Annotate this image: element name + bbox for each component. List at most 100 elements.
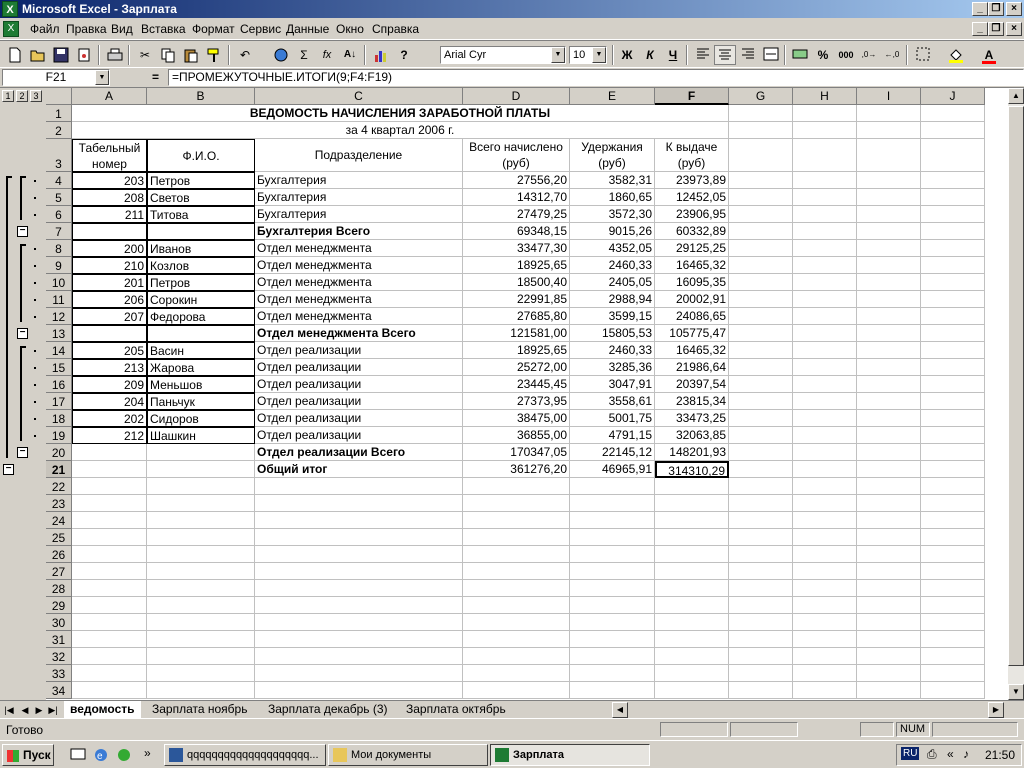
- currency-icon[interactable]: [789, 45, 811, 65]
- grid-cell[interactable]: [570, 665, 655, 682]
- close-button[interactable]: ×: [1006, 2, 1022, 16]
- grid-cell[interactable]: [857, 563, 921, 580]
- grid-cell[interactable]: [72, 512, 147, 529]
- grid-cell[interactable]: [921, 342, 985, 359]
- grid-cell[interactable]: [793, 359, 857, 376]
- grid-cell[interactable]: [255, 512, 463, 529]
- cell-deductions[interactable]: 3582,31: [570, 172, 655, 189]
- collapse-minus-icon[interactable]: −: [17, 328, 28, 339]
- column-header-c[interactable]: C: [255, 88, 463, 105]
- merge-center-icon[interactable]: [760, 45, 782, 65]
- column-header-i[interactable]: I: [857, 88, 921, 105]
- cell-tabnum[interactable]: 212: [72, 427, 147, 444]
- row-header-15[interactable]: 15: [46, 359, 72, 376]
- select-all-corner[interactable]: [46, 88, 72, 105]
- grid-cell[interactable]: [857, 529, 921, 546]
- underline-button[interactable]: Ч: [662, 45, 684, 65]
- collapse-minus-icon[interactable]: −: [3, 464, 14, 475]
- grid-cell[interactable]: [857, 393, 921, 410]
- grid-cell[interactable]: [857, 580, 921, 597]
- cell-name[interactable]: Иванов: [147, 240, 255, 257]
- cell-name[interactable]: Жарова: [147, 359, 255, 376]
- cell-name[interactable]: Шашкин: [147, 427, 255, 444]
- doc-close-button[interactable]: ×: [1006, 22, 1022, 36]
- grid-cell[interactable]: [857, 444, 921, 461]
- grid-cell[interactable]: [921, 614, 985, 631]
- row-header-34[interactable]: 34: [46, 682, 72, 699]
- grid-cell[interactable]: [857, 631, 921, 648]
- cell-total[interactable]: 170347,05: [463, 444, 570, 461]
- cell-tabnum[interactable]: 210: [72, 257, 147, 274]
- cell-tabnum[interactable]: 201: [72, 274, 147, 291]
- cell-total[interactable]: 18500,40: [463, 274, 570, 291]
- grid-cell[interactable]: [72, 546, 147, 563]
- grid-cell[interactable]: [729, 546, 793, 563]
- grid-cell[interactable]: [655, 682, 729, 699]
- cell-name[interactable]: Петров: [147, 274, 255, 291]
- grid-cell[interactable]: [729, 427, 793, 444]
- cell-dept[interactable]: Отдел менеджмента Всего: [255, 325, 463, 342]
- grid-cell[interactable]: [570, 631, 655, 648]
- column-header-d[interactable]: D: [463, 88, 570, 105]
- cell-total[interactable]: 14312,70: [463, 189, 570, 206]
- cell-payout[interactable]: 32063,85: [655, 427, 729, 444]
- grid-cell[interactable]: [857, 105, 921, 122]
- grid-cell[interactable]: [857, 240, 921, 257]
- grid-cell[interactable]: [255, 682, 463, 699]
- cell-deductions[interactable]: 3285,36: [570, 359, 655, 376]
- grid-cell[interactable]: [147, 597, 255, 614]
- grid-cell[interactable]: [729, 122, 793, 139]
- grid-cell[interactable]: [857, 359, 921, 376]
- task-excel[interactable]: Зарплата: [490, 744, 650, 766]
- cell-tabnum[interactable]: 211: [72, 206, 147, 223]
- grid-cell[interactable]: [921, 682, 985, 699]
- grid-cell[interactable]: [729, 223, 793, 240]
- row-header-12[interactable]: 12: [46, 308, 72, 325]
- grid-cell[interactable]: [72, 478, 147, 495]
- grid-cell[interactable]: [147, 546, 255, 563]
- cell-payout[interactable]: 33473,25: [655, 410, 729, 427]
- scroll-thumb[interactable]: [1008, 106, 1024, 666]
- cell-deductions[interactable]: 3558,61: [570, 393, 655, 410]
- cell-tabnum[interactable]: 205: [72, 342, 147, 359]
- cell-dept[interactable]: Отдел реализации Всего: [255, 444, 463, 461]
- grid-cell[interactable]: [72, 631, 147, 648]
- cell-tabnum[interactable]: 208: [72, 189, 147, 206]
- cell-dept[interactable]: Бухгалтерия: [255, 189, 463, 206]
- grid-cell[interactable]: [921, 478, 985, 495]
- row-header-1[interactable]: 1: [46, 105, 72, 122]
- cell-payout[interactable]: 16095,35: [655, 274, 729, 291]
- grid-cell[interactable]: [857, 512, 921, 529]
- header-tabnum[interactable]: Табельный номер: [72, 139, 147, 172]
- grid-cell[interactable]: [655, 597, 729, 614]
- tab-vedomost[interactable]: ведомость: [64, 701, 141, 718]
- cell-dept[interactable]: Отдел реализации: [255, 376, 463, 393]
- cell-deductions[interactable]: 22145,12: [570, 444, 655, 461]
- row-header-24[interactable]: 24: [46, 512, 72, 529]
- cell-dept[interactable]: Бухгалтерия: [255, 172, 463, 189]
- format-painter-icon[interactable]: [203, 45, 225, 65]
- cell-payout[interactable]: 16465,32: [655, 257, 729, 274]
- grid-cell[interactable]: [793, 308, 857, 325]
- doc-minimize-button[interactable]: _: [972, 22, 988, 36]
- grid-cell[interactable]: [729, 172, 793, 189]
- grid-cell[interactable]: [793, 291, 857, 308]
- row-header-29[interactable]: 29: [46, 597, 72, 614]
- grid-cell[interactable]: [729, 478, 793, 495]
- header-dept[interactable]: Подразделение: [255, 139, 463, 172]
- row-header-2[interactable]: 2: [46, 122, 72, 139]
- grid-cell[interactable]: [729, 393, 793, 410]
- start-button[interactable]: Пуск: [2, 744, 54, 766]
- row-header-31[interactable]: 31: [46, 631, 72, 648]
- cell-tabnum[interactable]: 204: [72, 393, 147, 410]
- grid-cell[interactable]: [655, 478, 729, 495]
- cell-name[interactable]: Сидоров: [147, 410, 255, 427]
- menu-format[interactable]: Формат: [192, 22, 235, 36]
- cell-tabnum[interactable]: [72, 444, 147, 461]
- header-total[interactable]: Всего начислено (руб): [463, 139, 570, 172]
- cell-dept[interactable]: Отдел реализации: [255, 427, 463, 444]
- grid-cell[interactable]: [857, 274, 921, 291]
- grid-cell[interactable]: [655, 648, 729, 665]
- header-fio[interactable]: Ф.И.О.: [147, 139, 255, 172]
- grid-cell[interactable]: [729, 682, 793, 699]
